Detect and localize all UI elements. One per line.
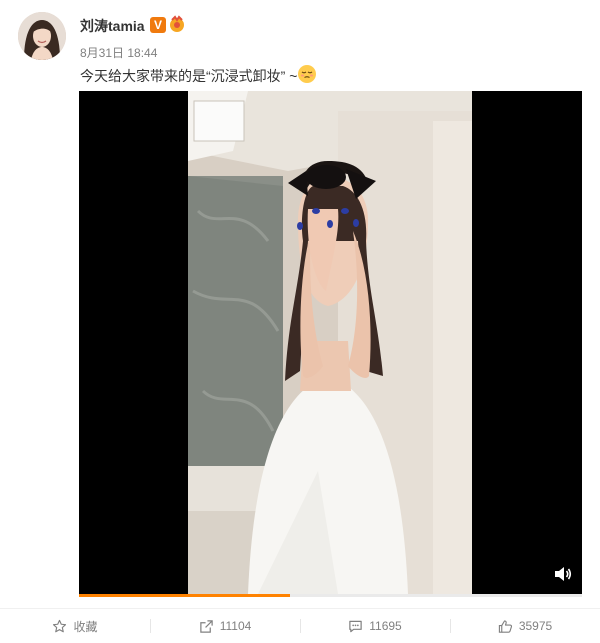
volume-icon[interactable] (554, 566, 572, 582)
favorite-label: 收藏 (73, 619, 98, 634)
comment-button[interactable]: 11695 (300, 609, 450, 643)
comment-icon (349, 620, 362, 632)
post-timestamp[interactable]: 8月31日 18:44 (80, 44, 157, 61)
thumbs-up-icon (498, 619, 512, 633)
avatar-image (18, 12, 66, 60)
author-name[interactable]: 刘涛tamia (80, 16, 145, 36)
comment-count: 11695 (369, 619, 402, 633)
action-bar: 收藏 11104 11695 35975 (0, 608, 600, 643)
repost-button[interactable]: 11104 (150, 609, 300, 643)
favorite-button[interactable]: 收藏 (0, 609, 150, 643)
post-text: 今天给大家带来的是“沉浸式卸妆” ~ (80, 68, 298, 84)
repost-count: 11104 (219, 619, 252, 633)
video-frame-image (188, 91, 472, 594)
video-progress-bar[interactable] (79, 594, 582, 597)
like-count: 35975 (518, 619, 553, 633)
verified-badge-icon: V (150, 17, 166, 33)
medal-badge-icon (170, 15, 184, 32)
like-button[interactable]: 35975 (450, 609, 600, 643)
video-progress-fill (79, 594, 291, 597)
weibo-post: 刘涛tamia V 8月31日 18:44 今天给大家带来的是“沉浸式卸妆” ~ (0, 0, 600, 642)
sleepy-face-emoji-icon (298, 65, 316, 83)
star-icon (53, 619, 67, 632)
video-frame (188, 91, 472, 594)
avatar[interactable] (18, 12, 66, 60)
video-player[interactable] (79, 91, 582, 594)
share-icon (199, 619, 213, 633)
